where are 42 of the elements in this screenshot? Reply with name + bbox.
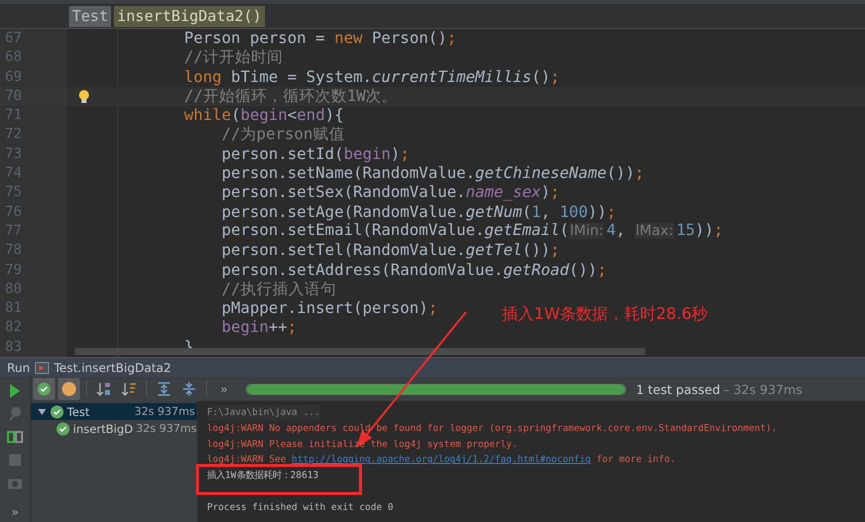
code-line: //为person赋值 [220, 125, 345, 145]
code-line: person.setAddress(RandomValue.getRoad()); [220, 260, 607, 280]
scrollbar[interactable] [75, 348, 645, 355]
test-duration: – 32s 937ms [723, 382, 802, 396]
test-time: 32s 937ms [134, 405, 196, 418]
annotation-text: 插入1W条数据，耗时28.6秒 [502, 304, 708, 325]
command-line-text: F:\Java\bin\java ... [207, 405, 320, 421]
code-line: person.setEmail(RandomValue.getEmail(lMin: 4, lMax: 15)); [220, 221, 724, 242]
tool-window-title: Run [7, 360, 30, 374]
breadcrumb-item[interactable]: Test [69, 6, 112, 27]
code-line: Person person = new Person(); [183, 29, 456, 48]
exit-message: Process finished with exit code 0 [207, 500, 394, 515]
code-line: begin++; [220, 318, 297, 338]
test-time: 32s 937ms [136, 422, 198, 435]
test-status: 1 test passed [636, 382, 720, 396]
code-line: pMapper.insert(person); [220, 299, 438, 318]
tree-row-highlight[interactable]: Test 32s 937ms [31, 403, 197, 420]
breadcrumb-item[interactable]: insertBigData2() [114, 6, 265, 27]
code-line: person.setTel(RandomValue.getTel()); [220, 241, 560, 261]
warning-message: log4j:WARN No appenders could be found for logger (org.springframework.core.env.StandardEnvironment). [207, 422, 778, 436]
code-line: person.setSex(RandomValue.name_sex); [220, 183, 560, 203]
run-configuration-tab[interactable]: Test.insertBigData2 [54, 360, 172, 374]
run-config-icon [35, 362, 50, 374]
code-line: person.setId(begin); [220, 144, 410, 164]
warning-message: log4j:WARN See http://logging.apache.org/log4j/1.2/faq.html#noconfig for more info. [207, 453, 676, 468]
rerun-icon[interactable] [6, 428, 24, 446]
code-line: person.setAge(RandomValue.getNum(1, 100)); [220, 202, 616, 222]
link[interactable]: http://logging.apache.org/log4j/1.2/faq.html#noconfig [292, 454, 591, 466]
code-line: //执行插入语句 [220, 280, 336, 300]
passed-icon [50, 404, 64, 418]
lightbulb-icon [78, 88, 90, 105]
code-line: while(begin<end){ [183, 106, 344, 126]
code-line: //开始循环，循环次数1W次。 [183, 86, 398, 106]
test-name[interactable]: insertBigD [73, 422, 134, 436]
code-line: long bTime = System.currentTimeMillis(); [183, 68, 560, 87]
passed-icon [56, 422, 70, 436]
code-line: //计开始时间 [183, 48, 283, 68]
output-line: 插入1W条数据耗时：28613 [207, 469, 319, 484]
test-name[interactable]: Test [67, 404, 132, 418]
more-button[interactable]: » [213, 378, 235, 400]
more-button[interactable]: » [11, 505, 19, 519]
code-line: person.setName(RandomValue.getChineseName()); [220, 164, 644, 184]
